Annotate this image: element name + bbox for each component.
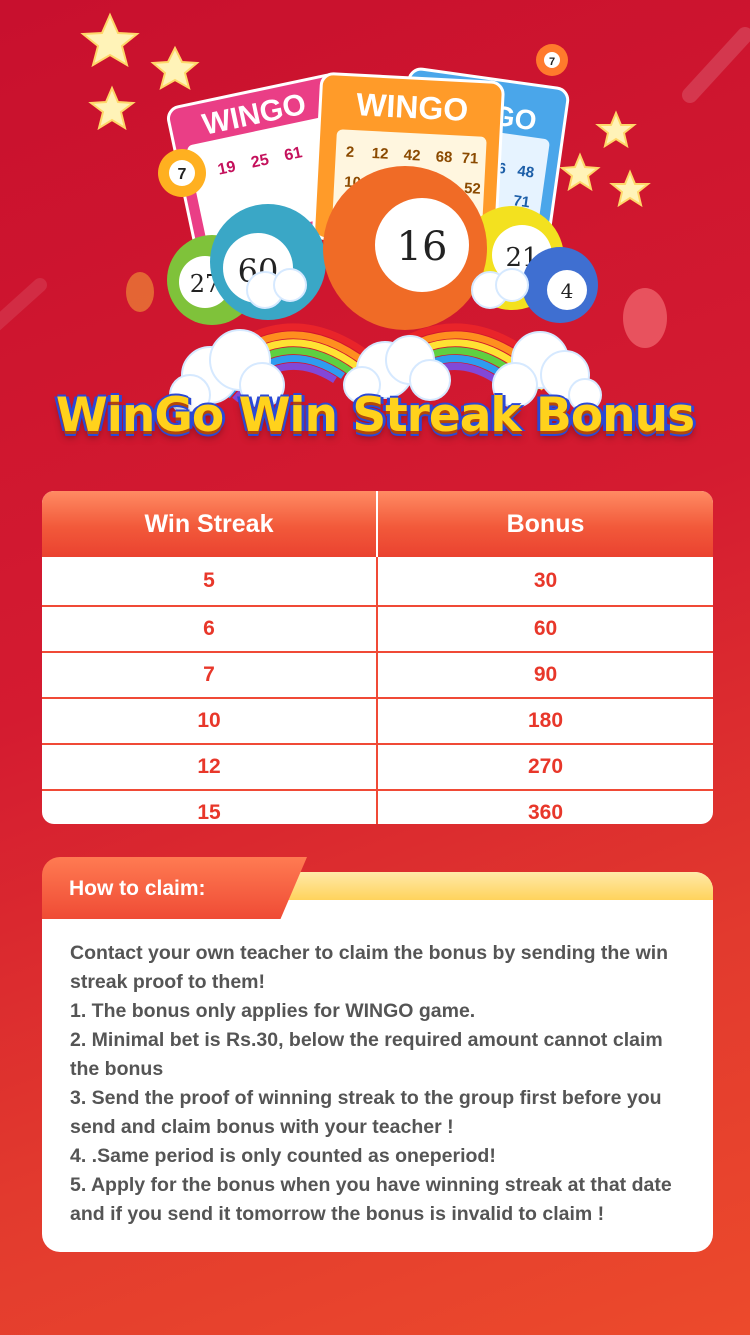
- how-to-claim-card: How to claim: Contact your own teacher t…: [42, 857, 713, 1252]
- small-ball-left: 7: [158, 149, 206, 197]
- svg-text:71: 71: [461, 150, 479, 168]
- bonus-table: Win Streak Bonus 5 30 6 60 7 90 10 180 1…: [42, 491, 713, 824]
- banner-title: WinGo Win Streak Bonus: [55, 388, 695, 443]
- svg-text:68: 68: [435, 148, 453, 166]
- svg-text:25: 25: [250, 151, 271, 171]
- svg-text:7: 7: [178, 166, 187, 183]
- claim-line: 5. Apply for the bonus when you have win…: [70, 1174, 672, 1225]
- table-row: 7 90: [42, 651, 713, 697]
- cell-streak: 12: [42, 745, 378, 789]
- cell-streak: 7: [42, 653, 378, 697]
- table-row: 5 30: [42, 557, 713, 605]
- cell-bonus: 270: [527, 755, 564, 778]
- cell-bonus: 180: [527, 709, 564, 732]
- svg-text:48: 48: [516, 162, 535, 181]
- table-row: 15 360: [42, 789, 713, 824]
- svg-text:WINGO: WINGO: [355, 86, 469, 128]
- claim-line: 4. .Same period is only counted as onepe…: [70, 1145, 496, 1167]
- svg-text:12: 12: [371, 145, 389, 163]
- cell-bonus: 360: [527, 801, 564, 824]
- hero-illustration: WINGO 19 25 61 GO 6 48 71 WINGO 2 12 42 68 7…: [0, 0, 750, 470]
- header-bonus: Bonus: [506, 509, 585, 538]
- bingo-ball-4: 4: [522, 247, 598, 323]
- svg-text:7: 7: [549, 56, 555, 68]
- small-ball-right: 7: [536, 44, 568, 76]
- claim-label: How to claim:: [69, 877, 206, 900]
- table-row: 12 270: [42, 743, 713, 789]
- claim-line: 1. The bonus only applies for WINGO game…: [70, 1000, 476, 1022]
- svg-text:42: 42: [403, 147, 421, 165]
- svg-text:4: 4: [561, 279, 574, 303]
- cell-bonus: 30: [533, 569, 558, 592]
- claim-line: 2. Minimal bet is Rs.30, below the requi…: [70, 1029, 663, 1080]
- table-row: 6 60: [42, 605, 713, 651]
- cell-bonus: 90: [533, 663, 558, 686]
- header-win-streak: Win Streak: [42, 491, 378, 557]
- table-row: 10 180: [42, 697, 713, 743]
- cell-streak: 5: [42, 557, 378, 605]
- svg-text:61: 61: [283, 144, 304, 164]
- claim-instructions: Contact your own teacher to claim the bo…: [70, 939, 695, 1229]
- cell-streak: 10: [42, 699, 378, 743]
- svg-text:19: 19: [216, 158, 237, 178]
- svg-text:2: 2: [345, 144, 354, 161]
- bingo-ball-16: 16: [323, 166, 487, 330]
- claim-line: 3. Send the proof of winning streak to t…: [70, 1087, 662, 1138]
- svg-text:16: 16: [397, 224, 448, 270]
- cell-streak: 6: [42, 607, 378, 651]
- table-header: Win Streak Bonus: [42, 491, 713, 557]
- cell-streak: 15: [42, 791, 378, 824]
- cell-bonus: 60: [533, 617, 558, 640]
- claim-line: Contact your own teacher to claim the bo…: [70, 942, 669, 993]
